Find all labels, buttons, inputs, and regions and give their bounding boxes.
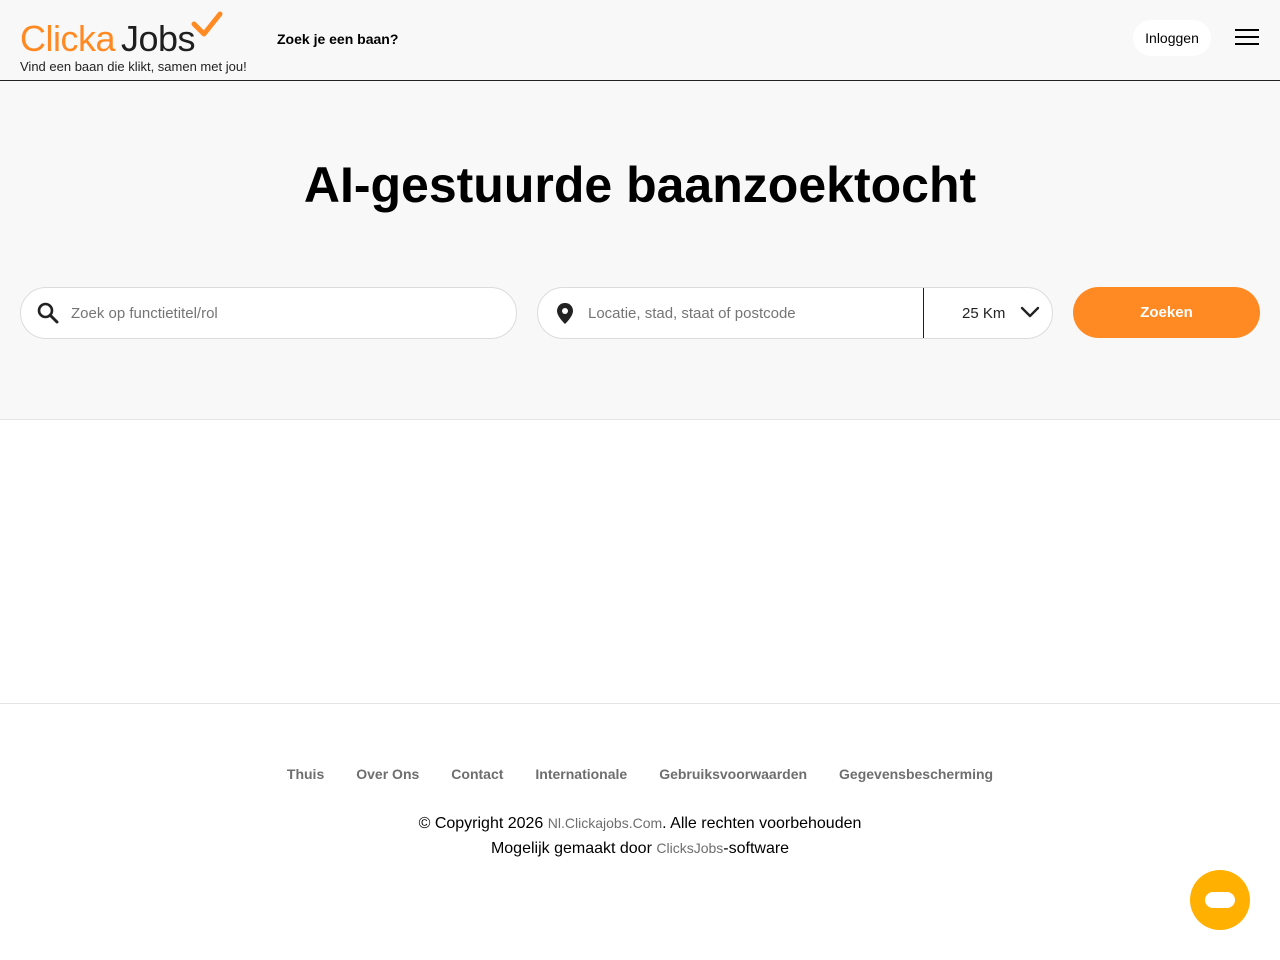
page-title: AI-gestuurde baanzoektocht xyxy=(303,157,977,213)
footer-link-home[interactable]: Thuis xyxy=(287,766,324,782)
powered-by-line: Mogelijk gemaakt door ClicksJobs-softwar… xyxy=(0,836,1280,861)
footer-link-about[interactable]: Over Ons xyxy=(356,766,419,782)
location-pin-icon xyxy=(557,303,573,324)
footer-divider xyxy=(0,703,1280,704)
tagline: Vind een baan die klikt, samen met jou! xyxy=(20,59,247,74)
chat-button[interactable] xyxy=(1190,870,1250,930)
job-search-box[interactable] xyxy=(20,287,517,339)
footer-link-contact[interactable]: Contact xyxy=(451,766,503,782)
location-search-box[interactable]: 25 Km xyxy=(537,287,1053,339)
hamburger-icon[interactable] xyxy=(1232,26,1262,48)
logo[interactable]: Clicka Jobs xyxy=(20,15,196,59)
footer-nav: Thuis Over Ons Contact Internationale Ge… xyxy=(0,766,1280,782)
copyright: © Copyright 2026 Nl.Clickajobs.Com. Alle… xyxy=(0,811,1280,861)
powered-prefix: Mogelijk gemaakt door xyxy=(490,840,657,857)
radius-value: 25 Km xyxy=(962,305,1006,322)
checkmark-icon xyxy=(191,11,223,37)
location-input[interactable] xyxy=(588,288,908,338)
job-title-input[interactable] xyxy=(71,288,491,338)
footer-link-terms[interactable]: Gebruiksvoorwaarden xyxy=(659,766,807,782)
copyright-prefix: © Copyright 2026 xyxy=(418,815,548,832)
search-button[interactable]: Zoeken xyxy=(1073,287,1260,338)
login-button[interactable]: Inloggen xyxy=(1133,20,1211,56)
hero-section: AI-gestuurde baanzoektocht 25 Km Zoeken xyxy=(0,81,1280,420)
site-header: Clicka Jobs Vind een baan die klikt, sam… xyxy=(0,0,1280,81)
footer-link-international[interactable]: Internationale xyxy=(535,766,627,782)
chat-icon xyxy=(1205,892,1235,908)
search-icon xyxy=(37,302,59,324)
logo-text-clicka: Clicka xyxy=(20,18,116,59)
find-job-link[interactable]: Zoek je een baan? xyxy=(277,31,398,47)
logo-text-jobs: Jobs xyxy=(121,18,196,59)
copyright-line: © Copyright 2026 Nl.Clickajobs.Com. Alle… xyxy=(0,811,1280,836)
powered-link[interactable]: ClicksJobs xyxy=(656,840,723,856)
chevron-down-icon xyxy=(1020,306,1040,318)
powered-suffix: -software xyxy=(723,840,790,857)
footer-link-privacy[interactable]: Gegevensbescherming xyxy=(839,766,993,782)
copyright-suffix: . Alle rechten voorbehouden xyxy=(662,815,862,832)
site-link[interactable]: Nl.Clickajobs.Com xyxy=(548,815,662,831)
radius-select[interactable]: 25 Km xyxy=(924,288,1052,338)
